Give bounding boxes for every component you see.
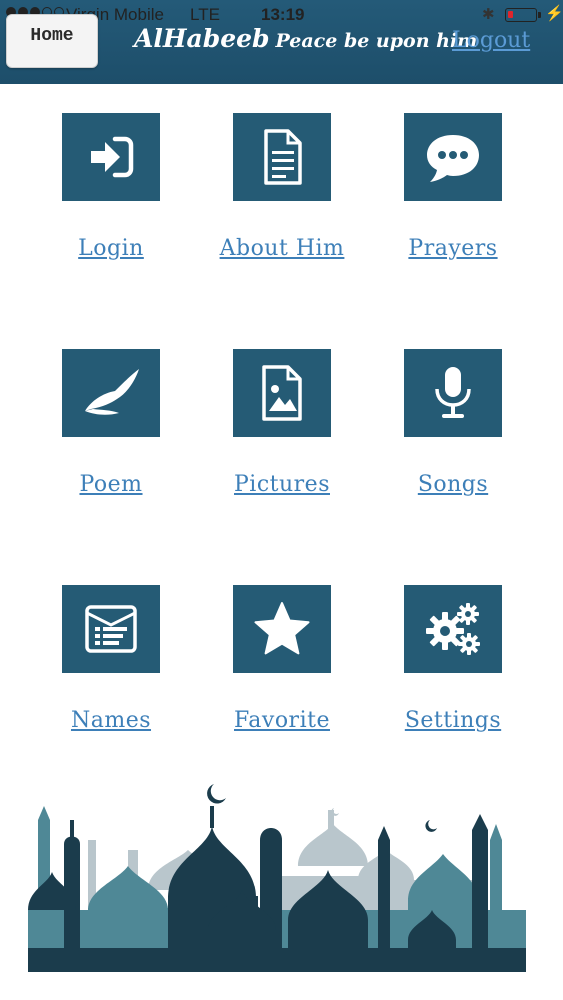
star-icon <box>254 602 310 655</box>
network-type: LTE <box>190 5 220 24</box>
login-icon <box>91 136 134 178</box>
app-title-sub: Peace be upon him <box>275 30 478 52</box>
names-tile[interactable] <box>62 585 160 673</box>
battery-level <box>508 11 513 18</box>
menu-label-songs[interactable]: Songs <box>368 472 538 497</box>
app-title-main: AlHabeeb <box>134 24 270 53</box>
logout-link[interactable]: Logout <box>452 28 530 53</box>
login-tile[interactable] <box>62 113 160 201</box>
menu-label-settings[interactable]: Settings <box>368 708 538 733</box>
status-time: 13:19 <box>261 5 305 24</box>
menu-label-login[interactable]: Login <box>26 236 196 261</box>
image-file-icon <box>262 365 302 421</box>
menu-label-poem[interactable]: Poem <box>26 472 196 497</box>
list-card-icon <box>85 605 137 653</box>
songs-tile[interactable] <box>404 349 502 437</box>
quill-icon <box>85 369 139 415</box>
battery-tip <box>538 12 541 18</box>
menu-label-prayers[interactable]: Prayers <box>368 236 538 261</box>
prayers-tile[interactable] <box>404 113 502 201</box>
pictures-tile[interactable] <box>233 349 331 437</box>
mosque-skyline-illustration <box>28 784 526 972</box>
menu-label-about[interactable]: About Him <box>197 236 367 261</box>
document-icon <box>264 129 302 185</box>
settings-tile[interactable] <box>404 585 502 673</box>
gears-icon <box>426 603 480 655</box>
microphone-icon <box>435 367 471 418</box>
favorite-tile[interactable] <box>233 585 331 673</box>
poem-tile[interactable] <box>62 349 160 437</box>
menu-label-favorite[interactable]: Favorite <box>197 708 367 733</box>
home-button[interactable]: Home <box>6 14 98 68</box>
chat-bubble-icon <box>427 135 479 182</box>
app-header: Virgin Mobile LTE 13:19 ✱ ⚡ Home AlHabee… <box>0 0 563 84</box>
battery-icon <box>505 8 537 22</box>
charging-icon: ⚡ <box>545 5 563 22</box>
app-title: AlHabeeb Peace be upon him <box>134 24 477 53</box>
menu-label-pictures[interactable]: Pictures <box>197 472 367 497</box>
about-tile[interactable] <box>233 113 331 201</box>
menu-label-names[interactable]: Names <box>26 708 196 733</box>
bluetooth-icon: ✱ <box>482 6 495 23</box>
